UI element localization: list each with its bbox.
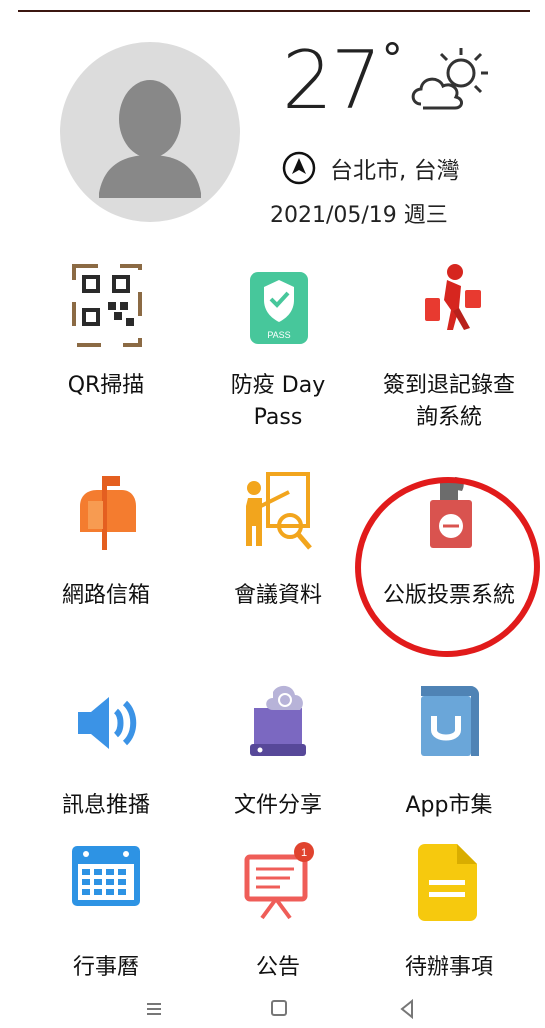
app-tile-todo[interactable]: 待辦事項 — [374, 842, 524, 987]
temperature-display: 27 ° — [282, 36, 403, 146]
notification-count: 1 — [301, 847, 307, 859]
avatar[interactable] — [60, 42, 240, 222]
tile-label: 訊息推播 — [61, 793, 150, 818]
tile-label: 待辦事項 — [404, 955, 493, 980]
temperature-value: 27 — [282, 34, 382, 127]
back-icon[interactable] — [392, 994, 422, 1024]
tile-label: QR掃描 — [67, 373, 145, 398]
tile-label: 文件分享 — [233, 793, 322, 818]
tile-label: App市集 — [405, 793, 493, 818]
tile-label: 簽到退記錄查詢系統 — [382, 373, 515, 430]
tile-label: 公告 — [255, 955, 300, 980]
calendar-icon — [72, 846, 140, 906]
compass-location-icon — [282, 151, 316, 185]
app-home-screen: 27 ° 台北市, 台灣 2021/05/19 週三 QR掃描 PASS 防疫 … — [0, 0, 545, 1028]
app-tile-announcement[interactable]: 1 公告 — [203, 842, 353, 987]
app-tile-file-share[interactable]: 文件分享 — [203, 680, 353, 820]
app-tile-message-push[interactable]: 訊息推播 — [31, 680, 181, 820]
degree-symbol: ° — [381, 34, 403, 83]
tile-label: 行事曆 — [72, 955, 139, 980]
walking-person-icon — [425, 264, 481, 330]
location: 台北市, 台灣 — [282, 148, 460, 188]
app-tile-qr-scan[interactable]: QR掃描 — [31, 260, 181, 400]
app-tile-app-market[interactable]: App市集 — [374, 680, 524, 820]
app-store-icon — [421, 686, 479, 756]
home-icon[interactable] — [264, 994, 294, 1024]
app-tile-calendar[interactable]: 行事曆 — [31, 842, 181, 987]
partly-cloudy-icon — [411, 48, 488, 110]
app-tile-day-pass[interactable]: PASS 防疫 Day Pass — [203, 260, 353, 435]
menu-icon[interactable] — [139, 994, 169, 1024]
pass-shield-icon: PASS — [250, 272, 308, 344]
tile-label: 網路信箱 — [61, 583, 150, 608]
speaker-icon — [78, 697, 137, 749]
document-icon — [418, 844, 477, 921]
announcement-board-icon: 1 — [244, 842, 314, 920]
app-tile-attendance-query[interactable]: 簽到退記錄查詢系統 — [374, 260, 524, 435]
app-tile-meeting-materials[interactable]: 會議資料 — [203, 470, 353, 620]
cloud-drive-icon — [250, 685, 306, 756]
mailbox-icon — [80, 476, 136, 550]
user-silhouette-icon — [99, 80, 201, 198]
app-tile-web-mail[interactable]: 網路信箱 — [31, 470, 181, 620]
pass-icon-text: PASS — [267, 330, 290, 340]
tile-label: 會議資料 — [233, 583, 322, 608]
system-navigation-bar — [0, 990, 545, 1028]
tile-label: 防疫 Day Pass — [230, 373, 326, 430]
top-divider — [18, 10, 530, 12]
qr-code-icon — [72, 264, 142, 347]
date-text: 2021/05/19 週三 — [270, 203, 448, 228]
presentation-icon — [246, 472, 312, 550]
location-text: 台北市, 台灣 — [330, 158, 460, 184]
